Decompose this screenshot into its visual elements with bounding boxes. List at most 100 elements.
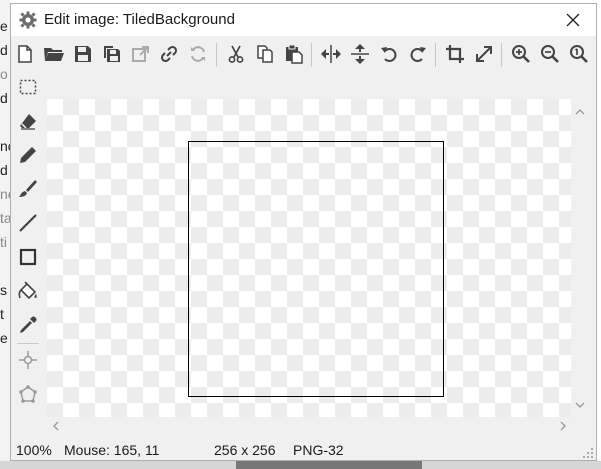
resize-icon bbox=[476, 46, 492, 62]
flip-horizontal-icon bbox=[321, 45, 341, 63]
refresh-button[interactable] bbox=[185, 42, 211, 66]
eraser-icon bbox=[20, 114, 36, 130]
new-icon bbox=[18, 45, 32, 63]
zoom-in-icon bbox=[512, 45, 530, 63]
mouse-position: Mouse: 165, 11 bbox=[64, 442, 160, 458]
background-app-bottom bbox=[0, 461, 601, 469]
brush-tool[interactable] bbox=[15, 176, 41, 202]
background-text: ta bbox=[0, 210, 10, 226]
close-icon bbox=[566, 13, 580, 27]
toolbar-separator bbox=[435, 43, 436, 67]
pencil-tool[interactable] bbox=[15, 142, 41, 168]
close-button[interactable] bbox=[550, 4, 596, 36]
rectangle-tool[interactable] bbox=[15, 244, 41, 270]
zoom-out-button[interactable] bbox=[537, 42, 563, 66]
eraser-tool[interactable] bbox=[15, 108, 41, 134]
rectangle-icon bbox=[19, 248, 37, 266]
background-text: d bbox=[0, 162, 8, 178]
background-text: s bbox=[0, 282, 7, 298]
cut-button[interactable] bbox=[223, 42, 249, 66]
save-copy-button[interactable] bbox=[99, 42, 125, 66]
gear-icon bbox=[19, 11, 37, 29]
chevron-down-icon bbox=[575, 402, 584, 408]
paste-button[interactable] bbox=[281, 42, 307, 66]
image-format: PNG-32 bbox=[293, 442, 344, 458]
export-button[interactable] bbox=[128, 42, 154, 66]
flip-vertical-button[interactable] bbox=[347, 42, 373, 66]
resize-grip-icon[interactable] bbox=[582, 447, 594, 459]
title-bar[interactable]: Edit image: TiledBackground bbox=[11, 4, 596, 36]
background-text: e bbox=[0, 330, 8, 346]
window-title: Edit image: TiledBackground bbox=[44, 11, 235, 28]
rotate-right-icon bbox=[410, 47, 426, 62]
origin-tool[interactable] bbox=[15, 347, 41, 373]
image-editor-window: Edit image: TiledBackground 100% Mouse: … bbox=[10, 3, 597, 461]
background-app-strip: e d o d nc d ne ta ti s t e bbox=[0, 0, 10, 469]
background-text: d bbox=[0, 42, 8, 58]
link-button[interactable] bbox=[156, 42, 182, 66]
export-icon bbox=[132, 46, 149, 62]
scroll-up-button[interactable] bbox=[571, 103, 588, 120]
image-dimensions: 256 x 256 bbox=[214, 442, 276, 458]
chevron-left-icon bbox=[52, 421, 58, 430]
polygon-tool[interactable] bbox=[15, 381, 41, 407]
horizontal-scrollbar[interactable] bbox=[47, 417, 571, 434]
copy-button[interactable] bbox=[252, 42, 278, 66]
fill-bucket-icon bbox=[18, 281, 37, 300]
open-icon bbox=[44, 48, 64, 61]
pencil-icon bbox=[20, 147, 36, 163]
status-bar: 100% Mouse: 165, 11 256 x 256 PNG-32 bbox=[11, 439, 596, 461]
new-button[interactable] bbox=[12, 42, 38, 66]
zoom-actual-icon bbox=[570, 45, 588, 63]
open-button[interactable] bbox=[41, 42, 67, 66]
tool-separator bbox=[17, 343, 39, 344]
vertical-scrollbar[interactable] bbox=[571, 99, 588, 417]
link-icon bbox=[160, 45, 178, 63]
flip-horizontal-button[interactable] bbox=[318, 42, 344, 66]
background-text: nc bbox=[0, 138, 10, 154]
cut-icon bbox=[228, 45, 244, 63]
line-tool[interactable] bbox=[15, 210, 41, 236]
refresh-icon bbox=[191, 46, 205, 62]
crop-button[interactable] bbox=[442, 42, 468, 66]
toolbar-separator bbox=[216, 43, 217, 67]
rotate-left-button[interactable] bbox=[376, 42, 402, 66]
background-text: t bbox=[0, 306, 4, 322]
toolbar bbox=[11, 37, 596, 71]
select-rectangle-tool[interactable] bbox=[15, 74, 41, 100]
zoom-in-button[interactable] bbox=[508, 42, 534, 66]
background-text: ti bbox=[0, 234, 7, 250]
line-icon bbox=[19, 214, 37, 232]
eyedropper-tool[interactable] bbox=[15, 312, 41, 338]
paste-icon bbox=[286, 44, 303, 64]
rotate-left-icon bbox=[381, 47, 397, 62]
resize-button[interactable] bbox=[471, 42, 497, 66]
brush-icon bbox=[19, 180, 37, 197]
save-copy-icon bbox=[104, 46, 120, 62]
scroll-down-button[interactable] bbox=[571, 396, 588, 413]
zoom-level: 100% bbox=[16, 442, 52, 458]
scroll-left-button[interactable] bbox=[47, 417, 64, 434]
polygon-icon bbox=[19, 385, 37, 403]
rotate-right-button[interactable] bbox=[405, 42, 431, 66]
toolbar-separator bbox=[501, 43, 502, 67]
eyedropper-icon bbox=[20, 316, 37, 333]
zoom-actual-button[interactable] bbox=[566, 42, 592, 66]
toolbar-separator bbox=[311, 43, 312, 67]
background-text: e bbox=[0, 18, 8, 34]
background-text: ne bbox=[0, 186, 10, 202]
fill-tool[interactable] bbox=[15, 278, 41, 304]
save-button[interactable] bbox=[70, 42, 96, 66]
background-text: o bbox=[0, 66, 8, 82]
tool-palette bbox=[11, 71, 44, 431]
save-icon bbox=[75, 46, 91, 62]
image-canvas[interactable] bbox=[47, 99, 571, 417]
background-text: d bbox=[0, 90, 8, 106]
flip-vertical-icon bbox=[351, 44, 369, 64]
select-rectangle-icon bbox=[19, 79, 37, 95]
image-boundary bbox=[188, 141, 444, 397]
scroll-right-button[interactable] bbox=[554, 417, 571, 434]
crop-icon bbox=[446, 45, 464, 63]
chevron-right-icon bbox=[560, 421, 566, 430]
copy-icon bbox=[257, 45, 273, 63]
